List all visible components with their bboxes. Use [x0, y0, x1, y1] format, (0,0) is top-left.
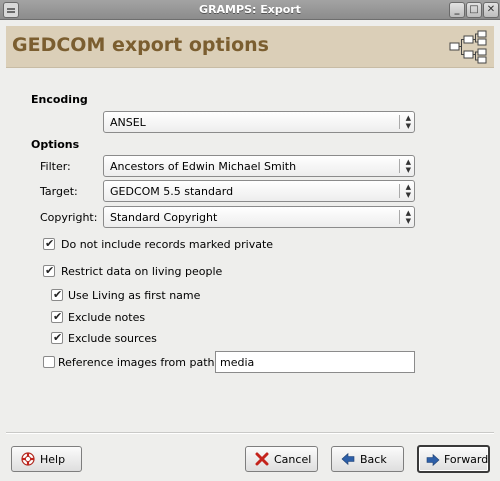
exclude-notes-checkbox[interactable]: [51, 310, 63, 323]
help-button-label: Help: [40, 453, 66, 466]
page-title: GEDCOM export options: [12, 34, 269, 56]
images-path-value: media: [220, 356, 255, 369]
forward-button[interactable]: Forward: [417, 445, 490, 473]
private-checkbox[interactable]: [43, 237, 55, 250]
filter-select[interactable]: Ancestors of Edwin Michael Smith ▲ ▼: [103, 155, 415, 177]
copyright-select[interactable]: Standard Copyright ▲ ▼: [103, 206, 415, 228]
exclude-notes-label[interactable]: Exclude notes: [68, 311, 145, 324]
private-checkbox-label[interactable]: Do not include records marked private: [61, 238, 273, 251]
button-area-divider: [6, 432, 494, 434]
options-section-label: Options: [31, 138, 80, 151]
window-titlebar: GRAMPS: Export _ □ ✕: [0, 0, 500, 20]
living-first-name-checkbox[interactable]: [51, 288, 63, 301]
living-first-name-label[interactable]: Use Living as first name: [68, 289, 200, 302]
target-value: GEDCOM 5.5 standard: [110, 185, 234, 198]
filter-label: Filter:: [40, 160, 71, 173]
living-checkbox-label[interactable]: Restrict data on living people: [61, 265, 222, 278]
page-header: GEDCOM export options: [6, 26, 494, 68]
back-button-label: Back: [360, 453, 387, 466]
encoding-section-label: Encoding: [31, 93, 88, 106]
target-select[interactable]: GEDCOM 5.5 standard ▲ ▼: [103, 180, 415, 202]
window-title: GRAMPS: Export: [199, 3, 301, 16]
copyright-value: Standard Copyright: [110, 211, 218, 224]
exclude-sources-label[interactable]: Exclude sources: [68, 332, 157, 345]
back-button[interactable]: Back: [331, 446, 404, 472]
living-checkbox[interactable]: [43, 264, 55, 277]
gramps-tree-logo-icon: [449, 30, 487, 64]
minimize-button[interactable]: _: [449, 2, 465, 18]
forward-arrow-icon: [426, 453, 440, 467]
cancel-button-label: Cancel: [274, 453, 312, 466]
updown-arrow-icon: ▲ ▼: [405, 209, 411, 225]
combo-separator: [399, 210, 400, 224]
images-path-input[interactable]: media: [215, 351, 415, 373]
updown-arrow-icon: ▲ ▼: [405, 183, 411, 199]
exclude-sources-checkbox[interactable]: [51, 331, 63, 344]
updown-arrow-icon: ▲ ▼: [405, 158, 411, 174]
reference-images-checkbox[interactable]: [43, 356, 55, 368]
updown-arrow-icon: ▲ ▼: [405, 114, 411, 130]
reference-images-label[interactable]: Reference images from path:: [58, 356, 218, 369]
forward-button-label: Forward: [444, 453, 489, 466]
encoding-select[interactable]: ANSEL ▲ ▼: [103, 111, 415, 133]
combo-separator: [399, 159, 400, 173]
target-label: Target:: [40, 185, 78, 198]
filter-value: Ancestors of Edwin Michael Smith: [110, 160, 297, 173]
copyright-label: Copyright:: [40, 211, 98, 224]
back-arrow-icon: [341, 452, 355, 466]
help-button[interactable]: Help: [11, 446, 82, 472]
encoding-value: ANSEL: [110, 116, 146, 129]
help-lifebuoy-icon: [21, 452, 35, 466]
cancel-button[interactable]: Cancel: [245, 446, 318, 472]
maximize-button[interactable]: □: [466, 2, 482, 18]
combo-separator: [399, 184, 400, 198]
close-button[interactable]: ✕: [483, 2, 499, 18]
cancel-x-icon: [255, 452, 269, 466]
combo-separator: [399, 115, 400, 129]
